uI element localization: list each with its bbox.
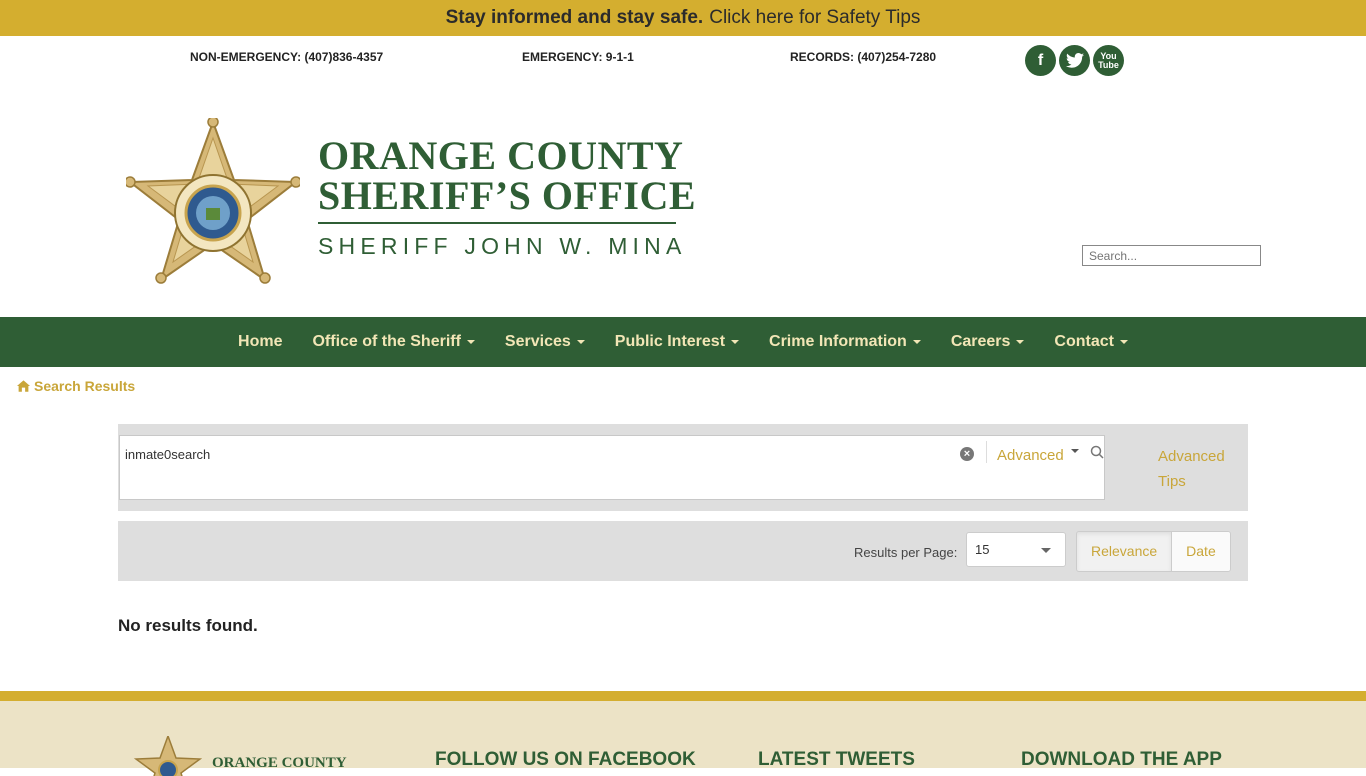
- footer-logo-text[interactable]: ORANGE COUNTY: [212, 755, 347, 772]
- caret-down-icon: [1016, 339, 1025, 344]
- search-divider: [986, 441, 987, 463]
- logo-subtitle: SHERIFF JOHN W. MINA: [318, 233, 687, 259]
- search-query-text[interactable]: inmate0search: [125, 447, 210, 462]
- main-navigation: Home Office of the Sheriff Services Publ…: [0, 317, 1366, 367]
- logo-line-1: ORANGE COUNTY: [318, 133, 684, 178]
- sort-date-button[interactable]: Date: [1172, 532, 1230, 571]
- nav-home[interactable]: Home: [223, 333, 297, 351]
- search-panel: inmate0search × Advanced Advanced Tips: [118, 424, 1248, 511]
- breadcrumb[interactable]: Search Results: [17, 378, 135, 394]
- facebook-icon[interactable]: f: [1025, 45, 1056, 76]
- results-per-page-label: Results per Page:: [854, 545, 958, 560]
- logo-line-2: SHERIFF’S OFFICE: [318, 173, 697, 218]
- contact-row: NON-EMERGENCY: (407)836-4357 EMERGENCY: …: [0, 50, 1366, 66]
- nav-crime-information[interactable]: Crime Information: [754, 333, 936, 351]
- non-emergency-phone: NON-EMERGENCY: (407)836-4357: [190, 50, 384, 64]
- search-input-box[interactable]: inmate0search × Advanced: [119, 435, 1105, 500]
- emergency-phone: EMERGENCY: 9-1-1: [522, 50, 634, 64]
- caret-down-icon: [576, 339, 585, 344]
- advanced-tips-line-2: Tips: [1158, 473, 1186, 490]
- results-per-page-select[interactable]: 15: [966, 532, 1066, 567]
- clear-search-icon[interactable]: ×: [960, 447, 974, 461]
- advanced-dropdown[interactable]: Advanced: [997, 447, 1064, 464]
- chevron-down-icon: [1041, 548, 1051, 553]
- results-per-page-value: 15: [975, 542, 990, 557]
- nav-contact[interactable]: Contact: [1039, 333, 1143, 351]
- nav-office-of-the-sheriff[interactable]: Office of the Sheriff: [297, 333, 489, 351]
- twitter-bird-icon: [1065, 53, 1084, 68]
- advanced-tips-line-1: Advanced: [1158, 448, 1225, 465]
- safety-tips-link[interactable]: Click here for Safety Tips: [709, 7, 920, 29]
- nav-public-interest-label: Public Interest: [614, 333, 726, 350]
- results-toolbar: Results per Page: 15 Relevance Date: [118, 521, 1248, 581]
- caret-down-icon: [731, 339, 740, 344]
- youtube-glyph-bottom: Tube: [1098, 59, 1119, 70]
- home-icon: [17, 380, 30, 392]
- sheriff-badge-icon: [124, 116, 302, 284]
- sort-relevance-button[interactable]: Relevance: [1077, 532, 1173, 571]
- site-title-logo[interactable]: ORANGE COUNTY SHERIFF’S OFFICE SHERIFF J…: [318, 133, 697, 260]
- footer-star-logo-icon[interactable]: [132, 736, 202, 776]
- nav-public-interest[interactable]: Public Interest: [600, 333, 754, 351]
- search-icon[interactable]: [1090, 445, 1104, 459]
- sheriff-star-logo[interactable]: [124, 116, 302, 284]
- youtube-icon[interactable]: You Tube: [1093, 45, 1124, 76]
- clear-glyph: ×: [963, 448, 971, 460]
- nav-careers[interactable]: Careers: [936, 333, 1040, 351]
- nav-services-label: Services: [504, 333, 571, 350]
- social-links: f You Tube: [1025, 45, 1124, 76]
- no-results-message: No results found.: [118, 616, 258, 635]
- facebook-glyph: f: [1037, 51, 1044, 69]
- sort-toggle-group: Relevance Date: [1076, 531, 1231, 572]
- footer-divider: [0, 691, 1366, 701]
- caret-down-icon: [466, 339, 475, 344]
- nav-crime-info-label: Crime Information: [769, 333, 907, 350]
- site-search-input[interactable]: [1082, 245, 1261, 266]
- nav-contact-label: Contact: [1054, 333, 1114, 350]
- nav-office-label: Office of the Sheriff: [312, 333, 461, 350]
- caret-down-icon[interactable]: [1071, 449, 1079, 453]
- advanced-tips-link[interactable]: Advanced Tips: [1158, 444, 1225, 494]
- breadcrumb-label: Search Results: [34, 378, 136, 394]
- caret-down-icon: [1119, 339, 1128, 344]
- safety-alert-bar[interactable]: Stay informed and stay safe. Click here …: [0, 0, 1366, 36]
- records-phone: RECORDS: (407)254-7280: [790, 50, 937, 64]
- alert-lead-text: Stay informed and stay safe.: [445, 7, 704, 28]
- nav-careers-label: Careers: [950, 333, 1011, 350]
- nav-services[interactable]: Services: [490, 333, 600, 351]
- twitter-icon[interactable]: [1059, 45, 1090, 76]
- logo-divider: [318, 222, 676, 224]
- caret-down-icon: [912, 339, 921, 344]
- nav-home-label: Home: [238, 333, 283, 350]
